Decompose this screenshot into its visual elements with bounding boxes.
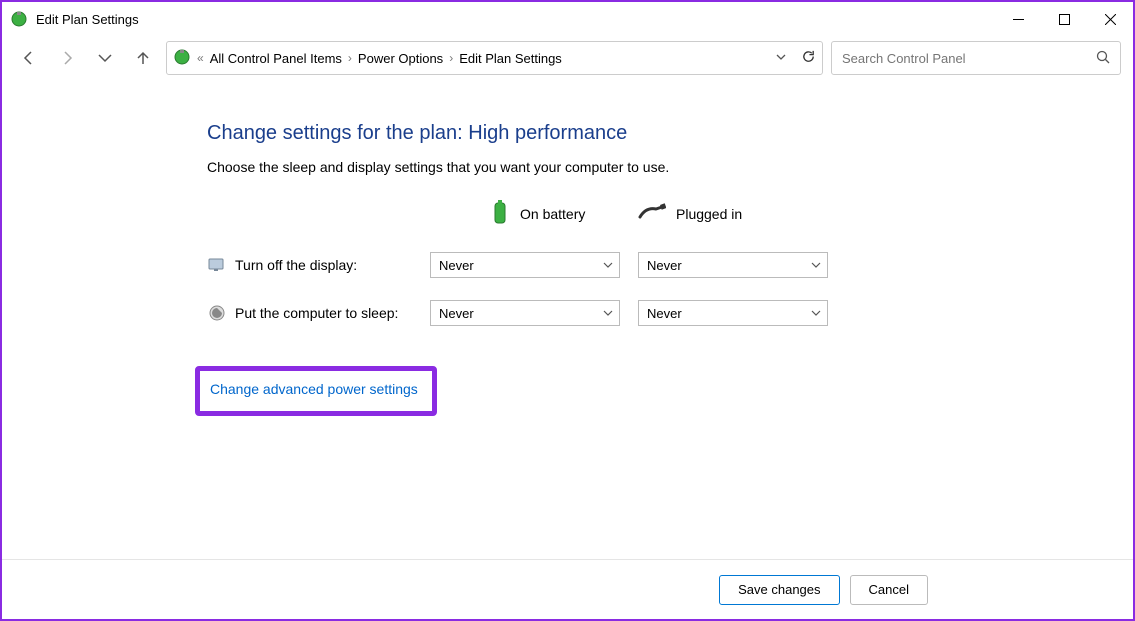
chevron-down-icon [603, 306, 613, 321]
select-value: Never [647, 306, 682, 321]
back-button[interactable] [14, 43, 44, 73]
column-battery-label: On battery [520, 206, 585, 222]
page-description: Choose the sleep and display settings th… [207, 159, 1133, 175]
sleep-plugged-select[interactable]: Never [638, 300, 828, 326]
row-sleep-label: Put the computer to sleep: [235, 305, 430, 321]
app-icon [10, 10, 28, 28]
chevron-down-icon [811, 306, 821, 321]
row-sleep: Put the computer to sleep: Never Never [207, 300, 1133, 326]
select-value: Never [647, 258, 682, 273]
display-icon [207, 255, 227, 275]
display-battery-select[interactable]: Never [430, 252, 620, 278]
recent-dropdown[interactable] [90, 43, 120, 73]
footer: Save changes Cancel [2, 559, 1133, 619]
column-plugged-label: Plugged in [676, 206, 742, 222]
row-turn-off-display: Turn off the display: Never Never [207, 252, 1133, 278]
window-title: Edit Plan Settings [36, 12, 139, 27]
breadcrumb-edit-plan[interactable]: Edit Plan Settings [459, 51, 562, 66]
navbar: « All Control Panel Items › Power Option… [2, 36, 1133, 80]
change-advanced-link[interactable]: Change advanced power settings [210, 381, 418, 397]
titlebar: Edit Plan Settings [2, 2, 1133, 36]
page-heading: Change settings for the plan: High perfo… [207, 122, 1133, 145]
maximize-button[interactable] [1041, 4, 1087, 34]
select-value: Never [439, 306, 474, 321]
address-dropdown-icon[interactable] [775, 51, 787, 66]
chevron-down-icon [811, 258, 821, 273]
minimize-button[interactable] [995, 4, 1041, 34]
search-box[interactable] [831, 41, 1121, 75]
plug-icon [638, 203, 666, 224]
battery-icon [490, 197, 510, 230]
highlight-annotation: Change advanced power settings [195, 366, 437, 416]
chevron-right-icon: › [348, 51, 352, 65]
close-button[interactable] [1087, 4, 1133, 34]
search-icon[interactable] [1096, 50, 1110, 67]
breadcrumb-power-options[interactable]: Power Options [358, 51, 443, 66]
cancel-button[interactable]: Cancel [850, 575, 928, 605]
breadcrumb-root[interactable]: All Control Panel Items [210, 51, 342, 66]
forward-button[interactable] [52, 43, 82, 73]
control-panel-icon [173, 48, 191, 69]
column-headers: On battery Plugged in [207, 197, 1133, 230]
refresh-button[interactable] [801, 49, 816, 67]
up-button[interactable] [128, 43, 158, 73]
breadcrumb-overflow-icon[interactable]: « [197, 51, 204, 65]
save-button[interactable]: Save changes [719, 575, 839, 605]
sleep-icon [207, 303, 227, 323]
sleep-battery-select[interactable]: Never [430, 300, 620, 326]
chevron-right-icon: › [449, 51, 453, 65]
address-bar[interactable]: « All Control Panel Items › Power Option… [166, 41, 823, 75]
main-content: Change settings for the plan: High perfo… [2, 80, 1133, 416]
row-display-label: Turn off the display: [235, 257, 430, 273]
chevron-down-icon [603, 258, 613, 273]
select-value: Never [439, 258, 474, 273]
search-input[interactable] [842, 51, 1096, 66]
display-plugged-select[interactable]: Never [638, 252, 828, 278]
